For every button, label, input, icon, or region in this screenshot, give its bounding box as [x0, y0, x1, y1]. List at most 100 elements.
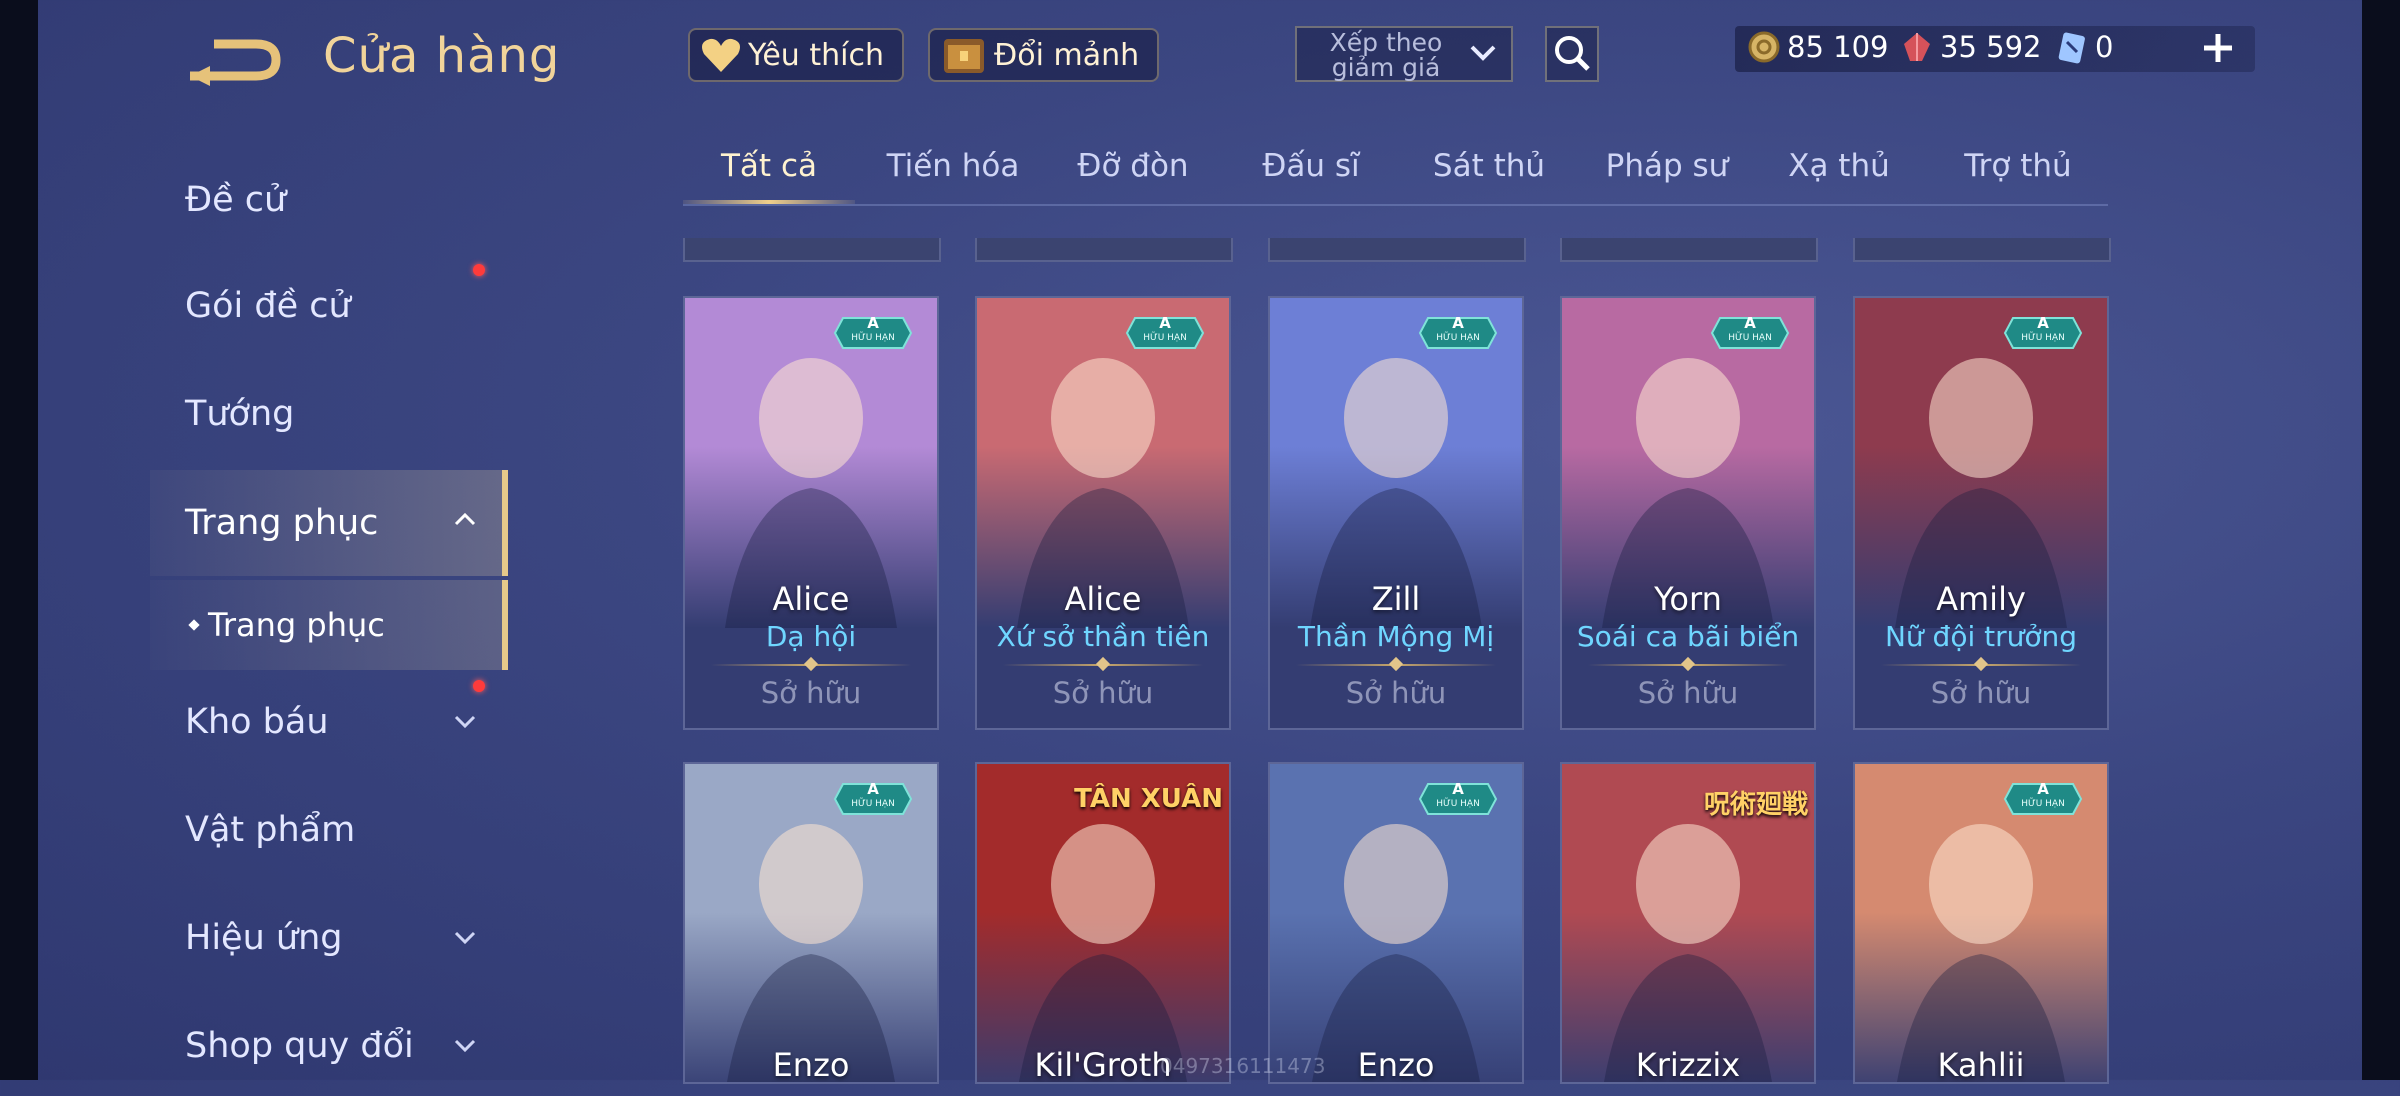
sidebar-item-label: Shop quy đổi	[185, 1026, 414, 1066]
sidebar-subitem-skins[interactable]: Trang phục	[150, 580, 508, 670]
hero-name: Zill	[1371, 580, 1421, 618]
tab-all[interactable]: Tất cả	[683, 148, 855, 184]
skin-banner-text: 呪術廻戦	[1703, 790, 1808, 820]
sidebar-item-recommended[interactable]: Đề cử	[150, 150, 502, 250]
divider-diamond-icon	[1973, 656, 1989, 672]
sidebar-item-effects[interactable]: Hiệu ứng	[150, 888, 502, 988]
favorite-label: Yêu thích	[748, 37, 884, 73]
plus-icon[interactable]	[2200, 30, 2236, 66]
badge-grade: A	[1452, 780, 1464, 798]
skin-banner-text: TÂN XUÂN	[1074, 784, 1223, 814]
skin-name: Soái ca bãi biển	[1576, 620, 1800, 653]
exchange-shards-button[interactable]: Đổi mảnh	[928, 28, 1160, 82]
tab-evolution[interactable]: Tiến hóa	[863, 148, 1043, 184]
card-edge	[1268, 238, 1526, 262]
chevron-down-icon	[454, 715, 476, 729]
ruby-icon	[1904, 33, 1930, 61]
skin-card[interactable]: A HỮU HẠN Kahlii	[1853, 762, 2109, 1084]
sidebar-item-recommended-packs[interactable]: Gói đề cử	[150, 256, 502, 356]
sidebar-item-label: Trang phục	[185, 503, 379, 543]
treasure-chest-icon	[944, 39, 984, 73]
limited-badge: A HỮU HẠN	[2003, 314, 2083, 352]
hero-name: Alice	[1064, 580, 1142, 618]
badge-grade: A	[1452, 314, 1464, 332]
heart-icon	[702, 38, 740, 72]
sidebar-item-exchange-shop[interactable]: Shop quy đổi	[150, 996, 502, 1096]
skin-name: Xứ sở thần tiên	[996, 620, 1210, 653]
ruby-balance: 35 592	[1900, 30, 2041, 64]
tab-marksman[interactable]: Xạ thủ	[1749, 148, 1929, 184]
back-arrow-icon	[190, 39, 281, 86]
sidebar-item-label: Hiệu ứng	[185, 918, 343, 958]
owned-status: Sở hữu	[760, 676, 862, 710]
badge-grade: A	[1744, 314, 1756, 332]
skin-card[interactable]: A HỮU HẠN Amily Nữ đội trưởng Sở hữu	[1853, 296, 2109, 730]
sidebar-item-heroes[interactable]: Tướng	[150, 364, 502, 464]
ruby-value: 35 592	[1940, 30, 2042, 64]
search-button[interactable]	[1545, 26, 1599, 82]
badge-label: HỮU HẠN	[1143, 333, 1187, 343]
badge-label: HỮU HẠN	[2021, 333, 2065, 343]
card-edge	[975, 238, 1233, 262]
badge-label: HỮU HẠN	[851, 799, 895, 809]
sidebar-item-skins[interactable]: Trang phục	[150, 470, 508, 576]
skin-card[interactable]: A HỮU HẠN Yorn Soái ca bãi biển Sở hữu	[1560, 296, 1816, 730]
sidebar-item-items[interactable]: Vật phẩm	[150, 780, 502, 880]
sidebar-item-label: Vật phẩm	[185, 810, 356, 850]
limited-badge: A HỮU HẠN	[1418, 314, 1498, 352]
chevron-down-icon	[454, 1039, 476, 1053]
badge-grade: A	[867, 314, 879, 332]
hero-name: Krizzix	[1635, 1046, 1741, 1084]
card-edge	[1560, 238, 1818, 262]
skin-card[interactable]: A HỮU HẠN Alice Dạ hội Sở hữu	[683, 296, 939, 730]
skin-card[interactable]: A HỮU HẠN Zill Thần Mộng Mị Sở hữu	[1268, 296, 1524, 730]
skin-card[interactable]: A HỮU HẠN Enzo	[683, 762, 939, 1084]
owned-status: Sở hữu	[1637, 676, 1739, 710]
favorite-button[interactable]: Yêu thích	[688, 28, 904, 82]
divider-diamond-icon	[1095, 656, 1111, 672]
badge-grade: A	[867, 780, 879, 798]
limited-badge: A HỮU HẠN	[1125, 314, 1205, 352]
chevron-down-icon	[1470, 45, 1496, 61]
badge-label: HỮU HẠN	[1436, 799, 1480, 809]
hero-name: Amily	[1936, 580, 2026, 618]
sidebar-item-label: Kho báu	[185, 702, 329, 742]
tab-assassin[interactable]: Sát thủ	[1399, 148, 1579, 184]
bullet-icon	[188, 619, 200, 631]
tab-mage[interactable]: Pháp sư	[1577, 148, 1757, 184]
skin-card[interactable]: A HỮU HẠN Enzo	[1268, 762, 1524, 1084]
owned-status: Sở hữu	[1930, 676, 2032, 710]
tab-fighter[interactable]: Đấu sĩ	[1221, 148, 1401, 184]
skin-name: Nữ đội trưởng	[1884, 620, 2078, 653]
notification-dot	[473, 264, 485, 276]
limited-badge: A HỮU HẠN	[1710, 314, 1790, 352]
sidebar-item-treasure[interactable]: Kho báu	[150, 672, 502, 772]
skin-card[interactable]: TÂN XUÂN Kil'Groth	[975, 762, 1231, 1084]
sort-label: Xếp theo giảm giá	[1329, 28, 1443, 82]
voucher-balance: 0	[2055, 30, 2113, 64]
exchange-label: Đổi mảnh	[994, 37, 1140, 73]
back-button[interactable]	[186, 36, 284, 86]
tab-tank[interactable]: Đỡ đòn	[1043, 148, 1223, 184]
badge-grade: A	[2037, 314, 2049, 332]
gold-balance: 85 109	[1747, 30, 1888, 64]
chevron-down-icon	[454, 931, 476, 945]
skin-card[interactable]: A HỮU HẠN Alice Xứ sở thần tiên Sở hữu	[975, 296, 1231, 730]
divider-diamond-icon	[1680, 656, 1696, 672]
sort-dropdown[interactable]: Xếp theo giảm giá	[1295, 26, 1513, 82]
notification-dot	[473, 680, 485, 692]
limited-badge: A HỮU HẠN	[833, 314, 913, 352]
chevron-up-icon	[454, 512, 476, 526]
voucher-value: 0	[2095, 30, 2114, 64]
divider-diamond-icon	[1388, 656, 1404, 672]
hero-name: Alice	[772, 580, 850, 618]
badge-label: HỮU HẠN	[1436, 333, 1480, 343]
tab-support[interactable]: Trợ thủ	[1928, 148, 2108, 184]
badge-grade: A	[1159, 314, 1171, 332]
badge-grade: A	[2037, 780, 2049, 798]
active-tab-indicator	[683, 200, 855, 204]
sidebar-item-label: Gói đề cử	[185, 286, 351, 326]
skin-card[interactable]: 呪術廻戦 Krizzix	[1560, 762, 1816, 1084]
divider-diamond-icon	[803, 656, 819, 672]
sidebar-item-label: Đề cử	[185, 180, 287, 220]
